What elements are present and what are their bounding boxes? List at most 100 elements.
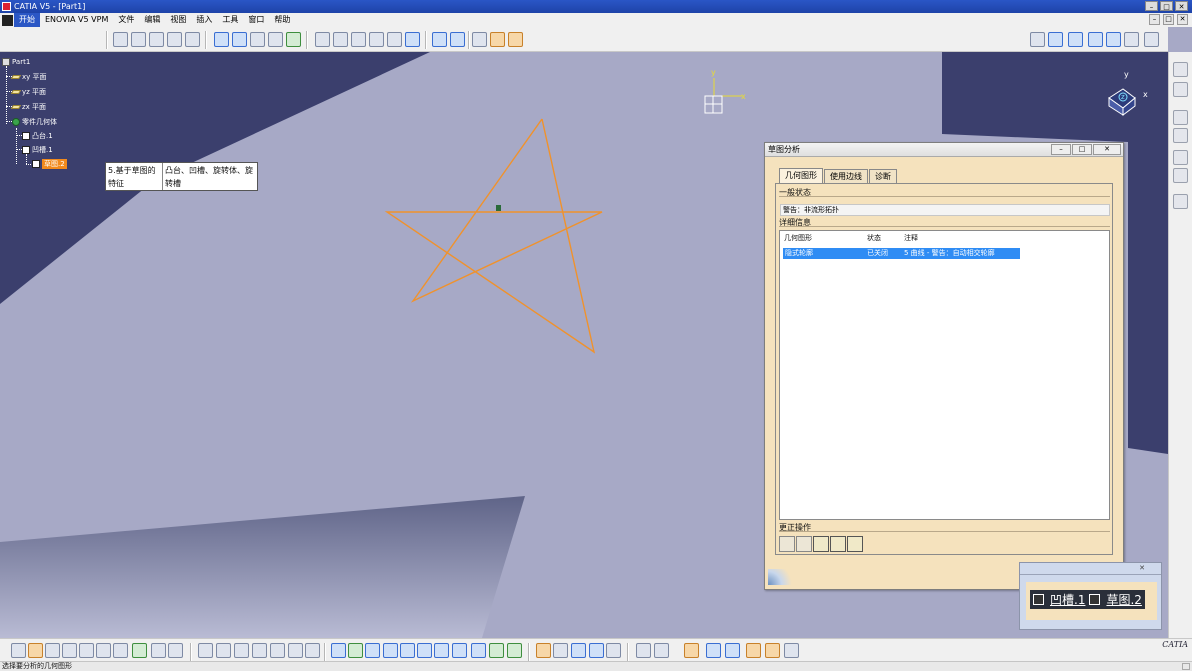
close-window-button[interactable]: ✕ (1175, 1, 1188, 11)
project-3d-icon[interactable] (286, 32, 301, 47)
minimize-button[interactable]: – (1145, 1, 1158, 11)
menu-enovia[interactable]: ENOVIA V5 VPM (40, 13, 113, 27)
pocket-icon[interactable] (1173, 82, 1188, 97)
intersect-icon[interactable] (405, 32, 420, 47)
menu-insert[interactable]: 插入 (191, 13, 217, 27)
dialog-close-icon[interactable]: ✕ (1093, 144, 1121, 155)
menu-start[interactable]: 开始 (14, 13, 40, 27)
feature-sketch-label[interactable]: 草图.2 (1106, 591, 1141, 608)
axis-icon[interactable] (1144, 32, 1159, 47)
profile-icon[interactable] (1030, 32, 1045, 47)
grid-toggle-icon[interactable] (654, 643, 669, 658)
menu-view[interactable]: 视图 (165, 13, 191, 27)
catia-menu-logo-icon[interactable] (2, 14, 13, 26)
panel-close-icon[interactable]: ✕ (1139, 564, 1145, 572)
tab-geometry[interactable]: 几何图形 (779, 168, 823, 183)
menu-window[interactable]: 窗口 (243, 13, 269, 27)
tree-node-pad[interactable]: 凸台.1 (22, 130, 53, 141)
construction-icon[interactable] (149, 32, 164, 47)
panel-title-bar[interactable]: ✕ (1020, 563, 1161, 575)
dialog-minimize-button[interactable]: – (1051, 144, 1071, 155)
rotate-view-icon[interactable] (383, 643, 398, 658)
detail-list[interactable]: 几何图形 状态 注释 隐式轮廓 已关闭 5 曲线 - 警告：自动相交轮廓 (779, 230, 1110, 520)
dimension-constraint-icon[interactable] (185, 32, 200, 47)
tools-palette-icon[interactable] (684, 643, 699, 658)
workbench-icon[interactable] (784, 643, 799, 658)
exit-workbench-icon[interactable] (508, 32, 523, 47)
feature-path[interactable]: 凹槽.1 草图.2 (1030, 590, 1145, 609)
dialog-maximize-button[interactable]: □ (1072, 144, 1092, 155)
formula-icon[interactable] (198, 643, 213, 658)
doc-close-button[interactable]: ✕ (1177, 14, 1188, 25)
dialog-title-bar[interactable]: 草图分析 – □ ✕ (765, 143, 1123, 157)
feature-pocket-label[interactable]: 凹槽.1 (1050, 591, 1085, 608)
table-row[interactable]: 隐式轮廓 已关闭 5 曲线 - 警告：自动相交轮廓 (783, 248, 1020, 259)
doc-restore-button[interactable]: □ (1163, 14, 1174, 25)
hide-icon[interactable] (830, 536, 846, 552)
pad-icon[interactable] (1173, 62, 1188, 77)
groove-icon[interactable] (1173, 128, 1188, 143)
catia-app-icon[interactable] (2, 2, 11, 11)
column-header-comment[interactable]: 注释 (904, 233, 918, 243)
whats-this-icon[interactable] (168, 643, 183, 658)
measure-icon[interactable] (234, 643, 249, 658)
sketch-solving-icon[interactable] (490, 32, 505, 47)
visualization-icon[interactable] (589, 643, 604, 658)
knowledge-icon[interactable] (270, 643, 285, 658)
open-icon[interactable] (28, 643, 43, 658)
tree-node-part-body[interactable]: 零件几何体 (12, 116, 57, 127)
eraser-icon[interactable] (813, 536, 829, 552)
snap-grid-icon[interactable] (432, 32, 447, 47)
menu-help[interactable]: 帮助 (269, 13, 295, 27)
new-icon[interactable] (11, 643, 26, 658)
rectangle-icon[interactable] (1048, 32, 1063, 47)
grid-icon[interactable] (131, 32, 146, 47)
tree-node-sketch[interactable]: 草图.2 (32, 158, 67, 169)
undo-icon[interactable] (132, 643, 147, 658)
sketch-tools-icon[interactable] (113, 32, 128, 47)
trim-icon[interactable] (250, 32, 265, 47)
normal-view-icon[interactable] (434, 643, 449, 658)
redo-icon[interactable] (151, 643, 166, 658)
apply-material-icon[interactable] (746, 643, 761, 658)
ruler-icon[interactable] (553, 643, 568, 658)
zoom-out-icon[interactable] (417, 643, 432, 658)
tab-use-edges[interactable]: 使用边线 (824, 169, 868, 183)
reaction-icon[interactable] (288, 643, 303, 658)
line-icon[interactable] (1124, 32, 1139, 47)
paste-icon[interactable] (113, 643, 128, 658)
menu-edit[interactable]: 编辑 (139, 13, 165, 27)
cut-part-icon[interactable] (571, 643, 586, 658)
doc-minimize-button[interactable]: – (1149, 14, 1160, 25)
corner-icon[interactable] (214, 32, 229, 47)
construction-toggle-icon[interactable] (779, 536, 795, 552)
tree-node-zx-plane[interactable]: zx 平面 (10, 101, 46, 112)
offset-icon[interactable] (387, 32, 402, 47)
standard-construction-icon[interactable] (450, 32, 465, 47)
comment-icon[interactable] (216, 643, 231, 658)
iso-view-icon[interactable] (452, 643, 467, 658)
tree-node-pocket[interactable]: 凹槽.1 (22, 144, 53, 155)
symmetry-icon[interactable] (315, 32, 330, 47)
tree-node-yz-plane[interactable]: yz 平面 (10, 86, 46, 97)
sketch-analysis-icon[interactable] (472, 32, 487, 47)
ellipse-icon[interactable] (1106, 32, 1121, 47)
mirror-icon[interactable] (268, 32, 283, 47)
menu-file[interactable]: 文件 (113, 13, 139, 27)
fly-mode-icon[interactable] (331, 643, 346, 658)
render-icon[interactable] (765, 643, 780, 658)
shading-icon[interactable] (471, 643, 486, 658)
copy-icon[interactable] (96, 643, 111, 658)
swap-visible-icon[interactable] (507, 643, 522, 658)
sketch-icon-2[interactable] (536, 643, 551, 658)
circle-icon[interactable] (1068, 32, 1083, 47)
cut-icon[interactable] (79, 643, 94, 658)
analysis-icon[interactable] (606, 643, 621, 658)
part-design-icon[interactable] (725, 643, 740, 658)
resize-grip-icon[interactable] (1182, 663, 1190, 670)
pan-icon[interactable] (365, 643, 380, 658)
print-icon[interactable] (62, 643, 77, 658)
zoom-in-icon[interactable] (400, 643, 415, 658)
rib-icon[interactable] (1173, 168, 1188, 183)
isolate-icon[interactable] (847, 536, 863, 552)
